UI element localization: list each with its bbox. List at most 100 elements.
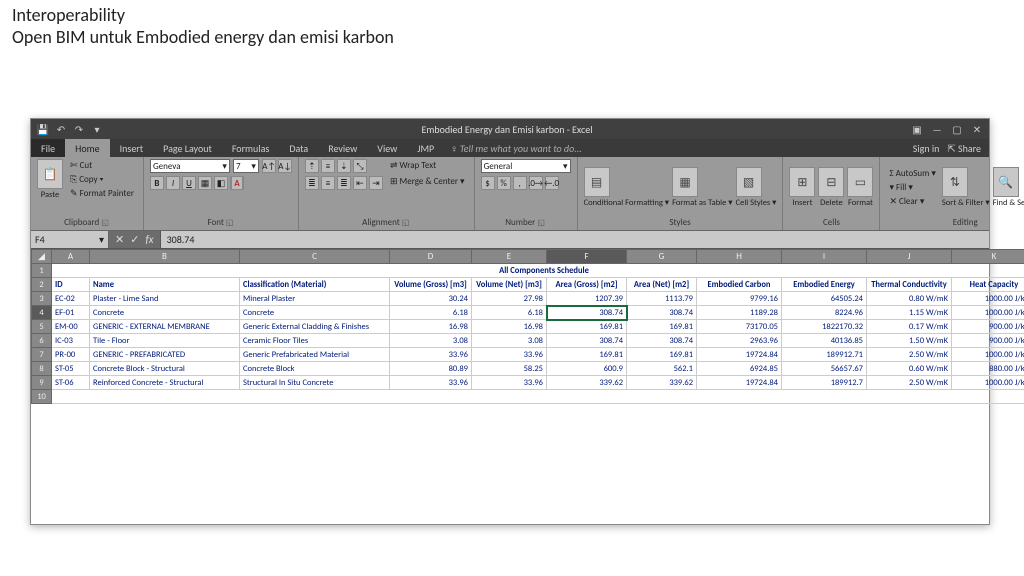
tab-formulas[interactable]: Formulas bbox=[222, 139, 279, 157]
paste-button[interactable]: Paste bbox=[37, 190, 63, 200]
format-as-table-button[interactable]: Format as Table ▾ bbox=[672, 198, 733, 208]
col-J[interactable]: J bbox=[867, 250, 952, 264]
align-bottom-icon[interactable]: ⇣ bbox=[337, 159, 351, 173]
align-left-icon[interactable]: ≣ bbox=[305, 176, 319, 190]
table-row[interactable]: 8ST-05Concrete Block - StructuralConcret… bbox=[32, 362, 1024, 376]
clipboard-dialog-icon[interactable]: ◱ bbox=[101, 218, 110, 228]
merge-center-button[interactable]: ⊞ Merge & Center ▾ bbox=[387, 175, 468, 188]
underline-button[interactable]: U bbox=[182, 176, 196, 190]
format-as-table-icon[interactable]: ▦ bbox=[672, 167, 698, 197]
number-format-combo[interactable]: General▾ bbox=[481, 159, 571, 173]
font-name-combo[interactable]: Geneva▾ bbox=[150, 159, 230, 173]
maximize-icon[interactable]: ▢ bbox=[951, 123, 963, 135]
tab-home[interactable]: Home bbox=[65, 139, 109, 157]
tab-review[interactable]: Review bbox=[318, 139, 367, 157]
tab-file[interactable]: File bbox=[31, 139, 65, 157]
enter-formula-icon[interactable]: ✓ bbox=[130, 233, 139, 246]
sort-filter-button[interactable]: Sort & Filter ▾ bbox=[942, 198, 990, 208]
cell-styles-icon[interactable]: ▧ bbox=[736, 167, 762, 197]
autosum-button[interactable]: Σ AutoSum ▾ bbox=[886, 167, 938, 180]
alignment-dialog-icon[interactable]: ◱ bbox=[402, 218, 411, 228]
table-row[interactable]: 6IC-03Tile - FloorCeramic Floor Tiles3.0… bbox=[32, 334, 1024, 348]
col-G[interactable]: G bbox=[627, 250, 697, 264]
formula-input[interactable]: 308.74 bbox=[161, 231, 989, 248]
table-row[interactable]: 1 All Components Schedule bbox=[32, 264, 1024, 278]
orientation-icon[interactable]: ⤡ bbox=[353, 159, 367, 173]
increase-indent-icon[interactable]: ⇥ bbox=[369, 176, 383, 190]
column-header-row[interactable]: ◢ A B C D E F G H I J K L bbox=[32, 250, 1024, 264]
border-button[interactable]: ▦ bbox=[198, 176, 212, 190]
italic-button[interactable]: I bbox=[166, 176, 180, 190]
tell-me-input[interactable]: ♀Tell me what you want to do... bbox=[444, 142, 588, 155]
spreadsheet-grid[interactable]: ◢ A B C D E F G H I J K L 1 All Componen… bbox=[31, 249, 989, 524]
share-button[interactable]: ⇱ Share bbox=[947, 142, 981, 155]
redo-icon[interactable]: ↷ bbox=[73, 123, 85, 135]
copy-button[interactable]: ⎘ Copy ▾ bbox=[67, 173, 137, 186]
table-row[interactable]: 9ST-06Reinforced Concrete - StructuralSt… bbox=[32, 376, 1024, 390]
increase-font-icon[interactable]: A↑ bbox=[262, 159, 276, 173]
col-H[interactable]: H bbox=[697, 250, 782, 264]
empty-grid-area[interactable] bbox=[31, 404, 989, 524]
conditional-formatting-button[interactable]: Conditional Formatting ▾ bbox=[584, 198, 669, 208]
undo-icon[interactable]: ↶ bbox=[55, 123, 67, 135]
format-cells-button[interactable]: Format bbox=[847, 198, 873, 208]
percent-icon[interactable]: % bbox=[497, 176, 511, 190]
align-right-icon[interactable]: ≣ bbox=[337, 176, 351, 190]
insert-cells-button[interactable]: Insert bbox=[789, 198, 815, 208]
cancel-formula-icon[interactable]: ✕ bbox=[115, 233, 124, 246]
col-C[interactable]: C bbox=[240, 250, 390, 264]
fill-button[interactable]: ▾ Fill ▾ bbox=[886, 181, 938, 194]
ribbon-options-icon[interactable]: ▣ bbox=[911, 123, 923, 135]
delete-cells-button[interactable]: Delete bbox=[818, 198, 844, 208]
insert-cells-icon[interactable]: ⊞ bbox=[789, 167, 815, 197]
close-icon[interactable]: ✕ bbox=[971, 123, 983, 135]
col-F[interactable]: F bbox=[547, 250, 627, 264]
col-D[interactable]: D bbox=[390, 250, 472, 264]
increase-decimal-icon[interactable]: .0→ bbox=[529, 176, 543, 190]
find-select-icon[interactable]: 🔍 bbox=[993, 167, 1019, 197]
font-size-combo[interactable]: 7▾ bbox=[233, 159, 259, 173]
fill-color-button[interactable]: ◧ bbox=[214, 176, 228, 190]
align-top-icon[interactable]: ⇡ bbox=[305, 159, 319, 173]
name-box[interactable]: F4▾ bbox=[31, 231, 109, 248]
number-dialog-icon[interactable]: ◱ bbox=[537, 218, 546, 228]
save-icon[interactable]: 💾 bbox=[37, 123, 49, 135]
col-I[interactable]: I bbox=[782, 250, 867, 264]
comma-icon[interactable]: , bbox=[513, 176, 527, 190]
sign-in-link[interactable]: Sign in bbox=[913, 142, 940, 155]
tab-page-layout[interactable]: Page Layout bbox=[153, 139, 222, 157]
table-row[interactable]: 4EF-01ConcreteConcrete6.186.18308.74308.… bbox=[32, 306, 1024, 320]
sort-filter-icon[interactable]: ⇅ bbox=[942, 167, 968, 197]
minimize-icon[interactable]: — bbox=[931, 123, 943, 135]
align-center-icon[interactable]: ≡ bbox=[321, 176, 335, 190]
conditional-formatting-icon[interactable]: ▤ bbox=[584, 167, 610, 197]
decrease-indent-icon[interactable]: ⇤ bbox=[353, 176, 367, 190]
delete-cells-icon[interactable]: ⊟ bbox=[818, 167, 844, 197]
table-row[interactable]: 10 bbox=[32, 390, 1024, 404]
col-A[interactable]: A bbox=[52, 250, 90, 264]
bold-button[interactable]: B bbox=[150, 176, 164, 190]
cut-button[interactable]: ✄ Cut bbox=[67, 159, 137, 172]
col-K[interactable]: K bbox=[952, 250, 1024, 264]
table-row[interactable]: 2 ID Name Classification (Material) Volu… bbox=[32, 278, 1024, 292]
clear-button[interactable]: ✕ Clear ▾ bbox=[886, 195, 938, 208]
tab-jmp[interactable]: JMP bbox=[407, 139, 444, 157]
fx-icon[interactable]: fx bbox=[145, 233, 153, 246]
currency-icon[interactable]: $ bbox=[481, 176, 495, 190]
format-cells-icon[interactable]: ▭ bbox=[847, 167, 873, 197]
select-all-corner[interactable]: ◢ bbox=[32, 250, 52, 264]
table-row[interactable]: 7PR-00GENERIC - PREFABRICATEDGeneric Pre… bbox=[32, 348, 1024, 362]
align-middle-icon[interactable]: ≡ bbox=[321, 159, 335, 173]
col-E[interactable]: E bbox=[472, 250, 547, 264]
cell-styles-button[interactable]: Cell Styles ▾ bbox=[736, 198, 777, 208]
table-row[interactable]: 3EC-02Plaster - Lime SandMineral Plaster… bbox=[32, 292, 1024, 306]
table-row[interactable]: 5EM-00GENERIC - EXTERNAL MEMBRANEGeneric… bbox=[32, 320, 1024, 334]
wrap-text-button[interactable]: ⇌ Wrap Text bbox=[387, 159, 468, 172]
tab-insert[interactable]: Insert bbox=[110, 139, 154, 157]
find-select-button[interactable]: Find & Select ▾ bbox=[993, 198, 1024, 208]
decrease-decimal-icon[interactable]: ←.0 bbox=[545, 176, 559, 190]
font-dialog-icon[interactable]: ◱ bbox=[226, 218, 235, 228]
font-color-button[interactable]: A bbox=[230, 176, 244, 190]
tab-data[interactable]: Data bbox=[279, 139, 318, 157]
col-B[interactable]: B bbox=[90, 250, 240, 264]
